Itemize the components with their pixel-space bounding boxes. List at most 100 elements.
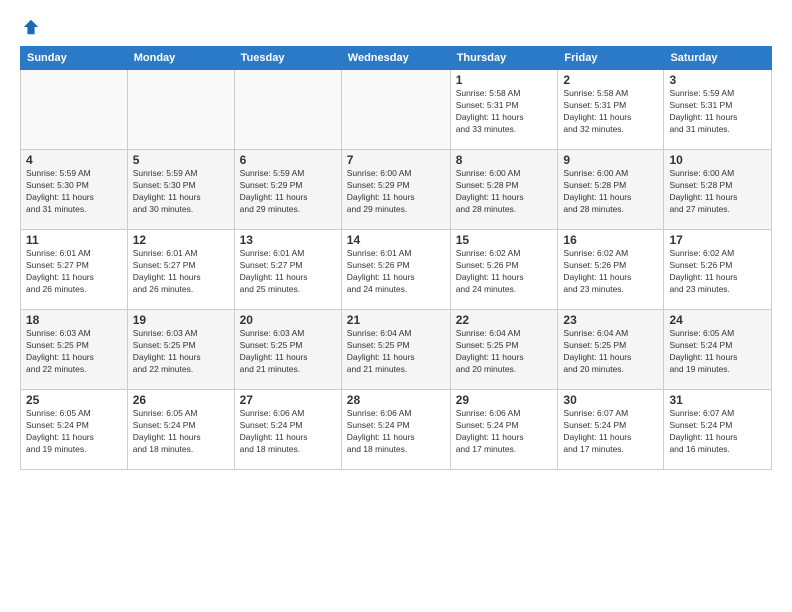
calendar-cell: 14Sunrise: 6:01 AM Sunset: 5:26 PM Dayli…	[341, 230, 450, 310]
day-number: 7	[347, 153, 445, 167]
day-info: Sunrise: 6:06 AM Sunset: 5:24 PM Dayligh…	[456, 408, 553, 456]
calendar-cell: 1Sunrise: 5:58 AM Sunset: 5:31 PM Daylig…	[450, 70, 558, 150]
day-info: Sunrise: 5:58 AM Sunset: 5:31 PM Dayligh…	[456, 88, 553, 136]
calendar-week-row: 1Sunrise: 5:58 AM Sunset: 5:31 PM Daylig…	[21, 70, 772, 150]
day-info: Sunrise: 5:59 AM Sunset: 5:30 PM Dayligh…	[133, 168, 229, 216]
day-number: 29	[456, 393, 553, 407]
calendar-cell	[234, 70, 341, 150]
day-number: 28	[347, 393, 445, 407]
day-info: Sunrise: 6:06 AM Sunset: 5:24 PM Dayligh…	[347, 408, 445, 456]
calendar-cell: 10Sunrise: 6:00 AM Sunset: 5:28 PM Dayli…	[664, 150, 772, 230]
day-info: Sunrise: 6:01 AM Sunset: 5:27 PM Dayligh…	[133, 248, 229, 296]
day-number: 15	[456, 233, 553, 247]
calendar-day-header: Friday	[558, 47, 664, 70]
calendar-cell: 17Sunrise: 6:02 AM Sunset: 5:26 PM Dayli…	[664, 230, 772, 310]
day-info: Sunrise: 6:00 AM Sunset: 5:28 PM Dayligh…	[669, 168, 766, 216]
calendar-day-header: Monday	[127, 47, 234, 70]
day-info: Sunrise: 6:05 AM Sunset: 5:24 PM Dayligh…	[669, 328, 766, 376]
day-info: Sunrise: 6:07 AM Sunset: 5:24 PM Dayligh…	[563, 408, 658, 456]
calendar-cell: 20Sunrise: 6:03 AM Sunset: 5:25 PM Dayli…	[234, 310, 341, 390]
day-info: Sunrise: 6:06 AM Sunset: 5:24 PM Dayligh…	[240, 408, 336, 456]
calendar-cell: 29Sunrise: 6:06 AM Sunset: 5:24 PM Dayli…	[450, 390, 558, 470]
calendar-week-row: 11Sunrise: 6:01 AM Sunset: 5:27 PM Dayli…	[21, 230, 772, 310]
day-info: Sunrise: 6:03 AM Sunset: 5:25 PM Dayligh…	[240, 328, 336, 376]
day-number: 13	[240, 233, 336, 247]
day-number: 10	[669, 153, 766, 167]
calendar-cell: 19Sunrise: 6:03 AM Sunset: 5:25 PM Dayli…	[127, 310, 234, 390]
header	[20, 18, 772, 36]
calendar-cell	[127, 70, 234, 150]
calendar-cell: 15Sunrise: 6:02 AM Sunset: 5:26 PM Dayli…	[450, 230, 558, 310]
calendar-cell: 23Sunrise: 6:04 AM Sunset: 5:25 PM Dayli…	[558, 310, 664, 390]
day-number: 2	[563, 73, 658, 87]
day-info: Sunrise: 6:05 AM Sunset: 5:24 PM Dayligh…	[26, 408, 122, 456]
calendar-day-header: Sunday	[21, 47, 128, 70]
calendar-cell	[341, 70, 450, 150]
logo-icon	[22, 18, 40, 36]
day-info: Sunrise: 6:03 AM Sunset: 5:25 PM Dayligh…	[133, 328, 229, 376]
day-number: 17	[669, 233, 766, 247]
calendar-cell: 5Sunrise: 5:59 AM Sunset: 5:30 PM Daylig…	[127, 150, 234, 230]
calendar-cell: 25Sunrise: 6:05 AM Sunset: 5:24 PM Dayli…	[21, 390, 128, 470]
day-number: 16	[563, 233, 658, 247]
day-number: 8	[456, 153, 553, 167]
logo	[20, 18, 40, 36]
day-info: Sunrise: 5:59 AM Sunset: 5:30 PM Dayligh…	[26, 168, 122, 216]
day-info: Sunrise: 6:00 AM Sunset: 5:28 PM Dayligh…	[456, 168, 553, 216]
calendar-cell: 26Sunrise: 6:05 AM Sunset: 5:24 PM Dayli…	[127, 390, 234, 470]
day-number: 20	[240, 313, 336, 327]
calendar-cell: 16Sunrise: 6:02 AM Sunset: 5:26 PM Dayli…	[558, 230, 664, 310]
day-number: 18	[26, 313, 122, 327]
calendar-week-row: 18 Sunrise: 6:03 AM Sunset: 5:25 PM Dayli…	[21, 310, 772, 390]
calendar-cell: 27Sunrise: 6:06 AM Sunset: 5:24 PM Dayli…	[234, 390, 341, 470]
calendar-cell: 30Sunrise: 6:07 AM Sunset: 5:24 PM Dayli…	[558, 390, 664, 470]
calendar-day-header: Wednesday	[341, 47, 450, 70]
day-number: 24	[669, 313, 766, 327]
day-info: Sunrise: 6:04 AM Sunset: 5:25 PM Dayligh…	[347, 328, 445, 376]
day-info: Sunrise: 6:02 AM Sunset: 5:26 PM Dayligh…	[456, 248, 553, 296]
calendar-cell: 12Sunrise: 6:01 AM Sunset: 5:27 PM Dayli…	[127, 230, 234, 310]
day-number: 30	[563, 393, 658, 407]
day-number: 3	[669, 73, 766, 87]
calendar-cell	[21, 70, 128, 150]
day-number: 25	[26, 393, 122, 407]
day-number: 22	[456, 313, 553, 327]
day-number: 14	[347, 233, 445, 247]
day-number: 27	[240, 393, 336, 407]
day-number: 4	[26, 153, 122, 167]
calendar: SundayMondayTuesdayWednesdayThursdayFrid…	[20, 46, 772, 470]
day-info: Sunrise: 6:02 AM Sunset: 5:26 PM Dayligh…	[669, 248, 766, 296]
day-number: 11	[26, 233, 122, 247]
page: SundayMondayTuesdayWednesdayThursdayFrid…	[0, 0, 792, 612]
day-info: Sunrise: 6:01 AM Sunset: 5:26 PM Dayligh…	[347, 248, 445, 296]
day-info: Sunrise: 6:04 AM Sunset: 5:25 PM Dayligh…	[563, 328, 658, 376]
day-number: 23	[563, 313, 658, 327]
day-number: 21	[347, 313, 445, 327]
calendar-cell: 13Sunrise: 6:01 AM Sunset: 5:27 PM Dayli…	[234, 230, 341, 310]
calendar-header-row: SundayMondayTuesdayWednesdayThursdayFrid…	[21, 47, 772, 70]
day-info: Sunrise: 6:07 AM Sunset: 5:24 PM Dayligh…	[669, 408, 766, 456]
day-info: Sunrise: 5:58 AM Sunset: 5:31 PM Dayligh…	[563, 88, 658, 136]
day-info: Sunrise: 6:01 AM Sunset: 5:27 PM Dayligh…	[26, 248, 122, 296]
day-info: Sunrise: 6:00 AM Sunset: 5:29 PM Dayligh…	[347, 168, 445, 216]
calendar-cell: 3Sunrise: 5:59 AM Sunset: 5:31 PM Daylig…	[664, 70, 772, 150]
calendar-cell: 11Sunrise: 6:01 AM Sunset: 5:27 PM Dayli…	[21, 230, 128, 310]
calendar-cell: 18Sunrise: 6:03 AM Sunset: 5:25 PM Dayli…	[21, 310, 128, 390]
calendar-cell: 28Sunrise: 6:06 AM Sunset: 5:24 PM Dayli…	[341, 390, 450, 470]
day-info: Sunrise: 6:01 AM Sunset: 5:27 PM Dayligh…	[240, 248, 336, 296]
day-info: Sunrise: 5:59 AM Sunset: 5:31 PM Dayligh…	[669, 88, 766, 136]
day-info: Sunrise: 5:59 AM Sunset: 5:29 PM Dayligh…	[240, 168, 336, 216]
calendar-week-row: 25Sunrise: 6:05 AM Sunset: 5:24 PM Dayli…	[21, 390, 772, 470]
calendar-cell: 31Sunrise: 6:07 AM Sunset: 5:24 PM Dayli…	[664, 390, 772, 470]
calendar-day-header: Tuesday	[234, 47, 341, 70]
calendar-cell: 8Sunrise: 6:00 AM Sunset: 5:28 PM Daylig…	[450, 150, 558, 230]
calendar-cell: 24Sunrise: 6:05 AM Sunset: 5:24 PM Dayli…	[664, 310, 772, 390]
calendar-cell: 6Sunrise: 5:59 AM Sunset: 5:29 PM Daylig…	[234, 150, 341, 230]
day-number: 31	[669, 393, 766, 407]
day-number: 19	[133, 313, 229, 327]
day-number: 6	[240, 153, 336, 167]
day-number: 12	[133, 233, 229, 247]
calendar-cell: 7Sunrise: 6:00 AM Sunset: 5:29 PM Daylig…	[341, 150, 450, 230]
day-number: 5	[133, 153, 229, 167]
calendar-cell: 22Sunrise: 6:04 AM Sunset: 5:25 PM Dayli…	[450, 310, 558, 390]
